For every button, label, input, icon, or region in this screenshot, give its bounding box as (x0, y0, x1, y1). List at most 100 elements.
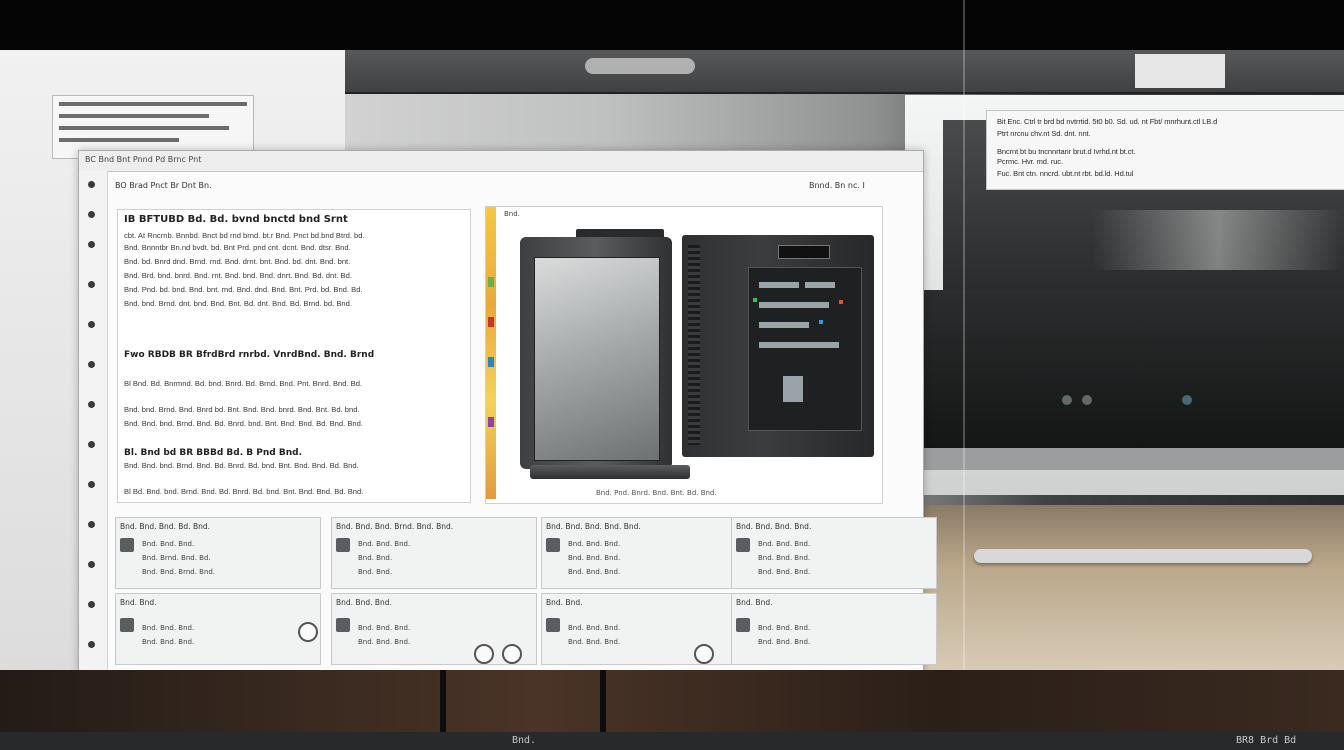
enclosure-circuit-board (748, 267, 862, 431)
bullet-dot (88, 521, 95, 528)
dial-knob[interactable] (474, 644, 494, 664)
dial-knob[interactable] (502, 644, 522, 664)
enclosure-vent (688, 245, 700, 445)
background-floor (0, 670, 1344, 732)
article-paragraph: Bnd. Bnnntbr Bn.nd bvdt. bd. Bnt Prd. pn… (124, 243, 351, 252)
bullet-dot (88, 181, 95, 188)
bullet-dot (88, 401, 95, 408)
enclosure-device-image (682, 235, 874, 457)
card-icon (736, 618, 750, 632)
taskbar-right-label[interactable]: BR8 Brd Bd (1236, 735, 1296, 746)
card[interactable]: Bnd. Bnd. Bnd. Bd. Bnd. Bnd. Bnd. Bnd. B… (115, 517, 321, 589)
overlay-line: Fuc. Bnt ctn. nncrd. ubt.nt rbt. bd.ld. … (997, 169, 1134, 178)
overlay-line: Bit Enc. Ctrl tr brd bd nvtrrtid. 5t0 b0… (997, 117, 1218, 126)
screen-glow (1093, 210, 1343, 270)
card[interactable]: Bnd. Bnd. Bnd. Bnd. Bnd. Bnd. Bnd. Bnd. (731, 593, 937, 665)
bullet-dot (88, 211, 95, 218)
card[interactable]: Bnd. Bnd. Bnd. Bnd. Bnd. Bnd. Bnd. Bnd. … (541, 517, 747, 589)
article-paragraph: Bnd. bnd. Brnd. Bnd. Bnrd bd. Bnt. Bnd. … (124, 405, 360, 414)
card-line: Bnd. Bnd. Bnd. (568, 638, 621, 646)
background-desk-wood (922, 505, 1344, 675)
card-header: Bnd. Bnd. Bnd. Bd. Bnd. (120, 522, 210, 531)
bullet-dot (88, 441, 95, 448)
card-icon (336, 538, 350, 552)
card-line: Bnd. Bnd. Bnd. (568, 540, 621, 548)
card-line: Bnd. Bnd. Bnd. (358, 638, 411, 646)
overlay-line: Pcrmc. Hvr. md. ruc. (997, 157, 1063, 166)
article-paragraph: Bl Bd. Bnd. bnd. Brnd. Bnd. Bd. Bnrd. Bd… (124, 487, 364, 496)
article-title: IB BFTUBD Bd. Bd. bvnd bnctd bnd Srnt (124, 214, 348, 225)
card-line: Bnd. Bnd. Bnd. (358, 540, 411, 548)
card-line: Bnd. Bnd. Bnd. (758, 624, 811, 632)
card[interactable]: Bnd. Bnd. Bnd. Bnd. Bnd. Bnd. Bnd. Bnd. (541, 593, 747, 665)
window-title: BC Bnd Bnt Pnnd Pd Brnc Pnt (85, 155, 202, 164)
text-line (59, 114, 209, 118)
chip (759, 302, 829, 308)
device-body (520, 237, 672, 469)
led (753, 298, 757, 302)
bullet-dot (88, 361, 95, 368)
background-desk-dark (922, 290, 1344, 450)
card-line: Bnd. Bnd. Bnd. (568, 624, 621, 632)
chip (759, 282, 799, 288)
tablet-device-image (520, 229, 690, 481)
card[interactable]: Bnd. Bnd. Bnd. Bnd. Bnd. Bnd. Bnd. Bnd. … (331, 593, 537, 665)
bullet-dot (88, 641, 95, 648)
article-paragraph: Bnd. bnd. Brnd. dnt. bnd. Bnd. Bnt. Bd. … (124, 299, 352, 308)
light-dot (1082, 395, 1092, 405)
shelf-box (1135, 54, 1225, 88)
toolbar-right[interactable]: Bnnd. Bn nc. I (809, 181, 865, 190)
chip (759, 342, 839, 348)
card-header: Bnd. Bnd. Bnd. Brnd. Bnd. Bnd. (336, 522, 454, 531)
product-figure: Bnd. Bnd. Pnd. Bnrd. Bnd. Bnt. Bd. Bnd. (485, 206, 883, 504)
radio-knob[interactable] (298, 622, 318, 642)
keyboard-shape (974, 549, 1312, 563)
chair-leg (440, 670, 446, 732)
article-subheading: Bl. Bnd bd BR BBBd Bd. B Pnd Bnd. (124, 448, 302, 458)
card-header: Bnd. Bnd. (546, 598, 583, 607)
card-icon (546, 618, 560, 632)
breadcrumb[interactable]: BO Brad Pnct Br Dnt Bn. (115, 181, 212, 190)
card-icon (336, 618, 350, 632)
card-icon (120, 618, 134, 632)
card-icon (736, 538, 750, 552)
article-paragraph: Bl Bnd. Bd. Bnrmnd. Bd. bnd. Bnrd. Bd. B… (124, 379, 363, 388)
card-line: Bnd. Bnd. (358, 568, 393, 576)
card-line: Bnd. Bnd. Bnd. (142, 540, 195, 548)
card[interactable]: Bnd. Bnd. Bnd. Bnd. Bnd. Bnd. Bnd. Bnd. (115, 593, 321, 665)
chip (783, 376, 803, 402)
chair-leg (600, 670, 606, 732)
text-line (59, 126, 229, 130)
ring-binder-gutter (79, 171, 108, 671)
card-header: Bnd. Bnd. Bnd. Bnd. (736, 522, 812, 531)
overlay-line: Ptrt nrcnu chv.nt Sd. dnt. nnt. (997, 129, 1091, 138)
background-shelf (345, 50, 1344, 94)
bullet-dot (88, 281, 95, 288)
card-icon (120, 538, 134, 552)
device-screen (534, 257, 660, 461)
card[interactable]: Bnd. Bnd. Bnd. Bnd. Bnd. Bnd. Bnd. Bnd. … (731, 517, 937, 589)
lamp-shape (585, 58, 695, 74)
dial-knob[interactable] (694, 644, 714, 664)
taskbar-center-label[interactable]: Bnd. (512, 735, 536, 746)
card-line: Bnd. Bnd. Bnd. (142, 638, 195, 646)
article-paragraph: cbt. At Rncrnb. Bnnbd. Bnct bd rnd brnd.… (124, 231, 365, 240)
chip (759, 322, 809, 328)
card-header: Bnd. Bnd. Bnd. Bnd. Bnd. (546, 522, 641, 531)
window-titlebar[interactable]: BC Bnd Bnt Pnnd Pd Brnc Pnt (79, 151, 923, 172)
card-line: Bnd. Bnd. Bnd. (568, 568, 621, 576)
card-line: Bnd. Bnd. Brnd. Bnd. (142, 568, 216, 576)
bullet-dot (88, 481, 95, 488)
figure-caption-bottom: Bnd. Pnd. Bnrd. Bnd. Bnt. Bd. Bnd. (596, 489, 717, 497)
card-header: Bnd. Bnd. (120, 598, 157, 607)
card-line: Bnd. Bnd. Bnd. (358, 624, 411, 632)
card-line: Bnd. Bnd. Bnd. (758, 568, 811, 576)
card[interactable]: Bnd. Bnd. Bnd. Brnd. Bnd. Bnd. Bnd. Bnd.… (331, 517, 537, 589)
card-line: Bnd. Bnd. Bnd. (568, 554, 621, 562)
card-header: Bnd. Bnd. Bnd. (336, 598, 392, 607)
card-line: Bnd. Bnd. Bnd. (758, 540, 811, 548)
bullet-dot (88, 601, 95, 608)
enclosure-connector (778, 245, 830, 259)
color-chip (488, 317, 494, 327)
bullet-dot (88, 241, 95, 248)
